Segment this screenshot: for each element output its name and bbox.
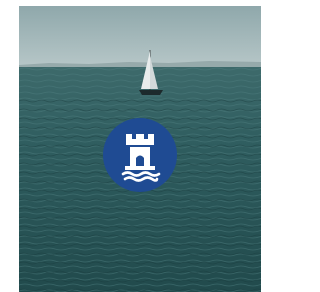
splash-screen — [19, 6, 261, 292]
castle-tower-on-waves-icon — [103, 118, 177, 192]
sky — [19, 6, 261, 68]
castle-logo-button[interactable] — [103, 118, 177, 192]
